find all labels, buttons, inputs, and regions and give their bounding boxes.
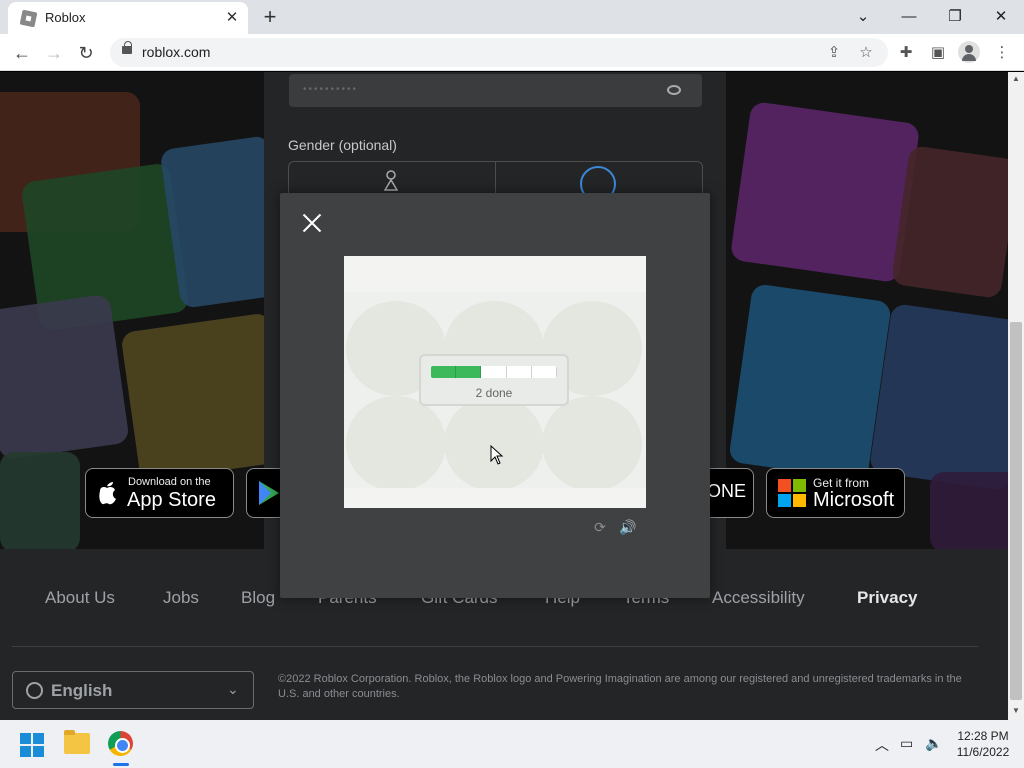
lock-icon[interactable] — [122, 41, 132, 54]
reload-icon[interactable]: ↻ — [72, 39, 100, 67]
chrome-icon[interactable] — [108, 731, 133, 756]
audio-speaker-icon[interactable]: 🔊 — [619, 518, 637, 536]
clock-date: 11/6/2022 — [956, 745, 1010, 759]
globe-icon — [26, 682, 43, 699]
language-select[interactable]: English ⌄ — [12, 671, 254, 709]
profile-avatar-icon[interactable] — [958, 41, 980, 63]
scroll-down-arrow-icon[interactable]: ▼ — [1012, 706, 1020, 715]
side-panel-icon[interactable]: ▣ — [926, 41, 950, 65]
puzzle-cell[interactable] — [444, 396, 544, 491]
captcha-modal: 2 done ⟳ 🔊 — [280, 193, 710, 598]
new-tab-button[interactable]: + — [258, 5, 282, 29]
windows-start-icon[interactable] — [20, 733, 44, 757]
mouse-pointer-icon — [490, 445, 504, 465]
url-text[interactable]: roblox.com — [142, 44, 210, 60]
progress-segment-pending — [531, 366, 557, 378]
tray-chevron-up-icon[interactable]: ︿ — [875, 735, 889, 755]
tab-search-chevron-icon[interactable]: ⌄ — [849, 3, 877, 31]
file-explorer-icon[interactable] — [64, 730, 90, 754]
chevron-down-icon: ⌄ — [227, 681, 239, 697]
progress-label: 2 done — [475, 386, 513, 400]
scroll-up-arrow-icon[interactable]: ▲ — [1012, 74, 1020, 83]
puzzle-cell[interactable] — [346, 396, 446, 491]
progress-segment-done — [431, 366, 457, 378]
app-store-button[interactable]: Download on the App Store — [85, 468, 234, 518]
puzzle-instructions-band — [344, 256, 646, 292]
footer-link-blog[interactable]: Blog — [241, 588, 275, 608]
roblox-favicon-icon — [19, 9, 38, 28]
tab-close-icon[interactable]: ✕ — [222, 8, 242, 28]
microsoft-logo-icon — [778, 479, 806, 507]
network-icon[interactable]: ▭ — [900, 735, 913, 752]
app-store-small-text: Download on the — [128, 476, 211, 488]
share-icon[interactable]: ⇪ — [822, 41, 846, 65]
microsoft-store-button[interactable]: Get it from Microsoft — [766, 468, 905, 518]
show-password-eye-icon[interactable] — [667, 85, 681, 95]
progress-bar — [431, 366, 557, 378]
tab-strip: Roblox ✕ + ⌄ — ❐ ✕ — [0, 0, 1024, 34]
progress-segment-pending — [506, 366, 532, 378]
clock-time: 12:28 PM — [957, 729, 1009, 743]
forward-arrow-icon[interactable]: → — [40, 39, 68, 67]
puzzle-cell[interactable] — [542, 396, 642, 491]
close-window-button[interactable]: ✕ — [987, 3, 1015, 31]
tab-title: Roblox — [45, 10, 86, 25]
browser-tab[interactable]: Roblox ✕ — [8, 2, 248, 34]
menu-kebab-icon[interactable]: ⋮ — [990, 41, 1014, 65]
female-gender-icon[interactable] — [382, 170, 400, 192]
minimize-button[interactable]: — — [895, 3, 923, 31]
puzzle-bottom-band — [344, 488, 646, 508]
browser-toolbar: ← → ↻ roblox.com ⇪ ☆ ✚ ▣ ⋮ — [0, 34, 1024, 71]
apple-logo-icon — [99, 482, 116, 505]
progress-segment-done — [456, 366, 482, 378]
language-label: English — [51, 681, 113, 700]
google-play-icon — [259, 481, 279, 505]
windows-taskbar: ︿ ▭ 🔈 12:28 PM 11/6/2022 — [0, 720, 1024, 768]
close-icon[interactable] — [300, 211, 324, 235]
footer-link-privacy[interactable]: Privacy — [857, 588, 918, 608]
footer-link-jobs[interactable]: Jobs — [163, 588, 199, 608]
app-store-big-text: App Store — [127, 489, 216, 511]
scrollbar-thumb[interactable] — [1010, 322, 1022, 700]
chrome-active-indicator — [113, 763, 129, 766]
copyright-text: ©2022 Roblox Corporation. Roblox, the Ro… — [278, 673, 962, 700]
xbox-text: ONE — [707, 481, 747, 501]
progress-segment-pending — [481, 366, 507, 378]
password-placeholder: •••••••••• — [303, 84, 359, 95]
page-scrollbar[interactable]: ▲ ▼ — [1008, 72, 1024, 720]
refresh-icon[interactable]: ⟳ — [591, 518, 609, 536]
captcha-puzzle-image[interactable]: 2 done — [344, 256, 646, 508]
footer-link-accessibility[interactable]: Accessibility — [712, 588, 805, 608]
restore-button[interactable]: ❐ — [941, 3, 969, 31]
address-bar[interactable]: roblox.com ⇪ ☆ — [110, 38, 888, 67]
progress-card: 2 done — [419, 354, 569, 406]
password-field[interactable]: •••••••••• — [289, 74, 702, 107]
taskbar-clock[interactable]: 12:28 PM 11/6/2022 — [948, 728, 1018, 760]
back-arrow-icon[interactable]: ← — [8, 39, 36, 67]
bookmark-star-icon[interactable]: ☆ — [854, 41, 878, 65]
footer-link-about-us[interactable]: About Us — [45, 588, 115, 608]
microsoft-small-text: Get it from — [813, 476, 870, 490]
volume-icon[interactable]: 🔈 — [925, 735, 942, 752]
extensions-puzzle-icon[interactable]: ✚ — [894, 41, 918, 65]
gender-label: Gender (optional) — [288, 137, 397, 153]
footer-divider — [12, 646, 978, 647]
microsoft-big-text: Microsoft — [813, 489, 895, 511]
